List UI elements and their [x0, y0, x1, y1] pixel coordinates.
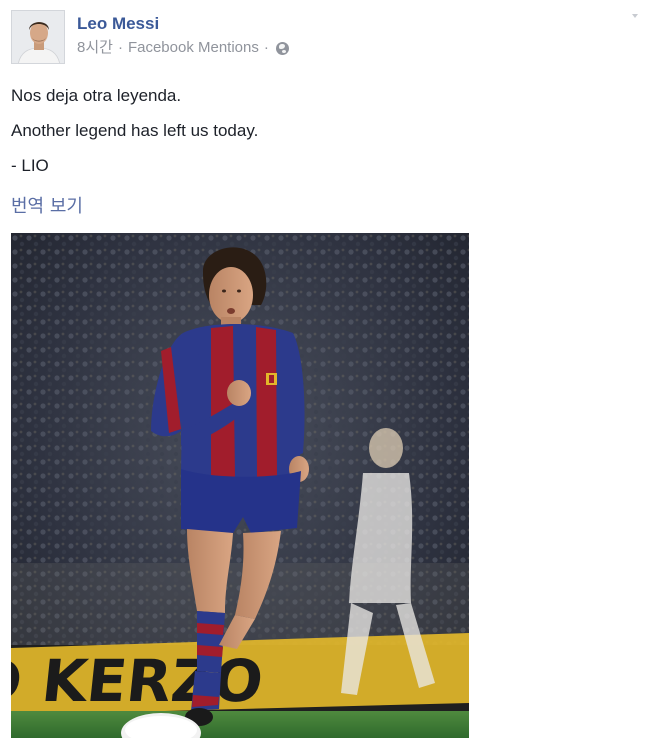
facebook-post: Leo Messi 8시간 · Facebook Mentions · Nos …	[0, 0, 650, 738]
post-timestamp-link[interactable]: 8시간	[77, 39, 113, 57]
football-player-photo: D KERZO	[11, 233, 469, 738]
post-options-chevron-icon[interactable]	[632, 14, 638, 18]
post-line: - LIO	[11, 156, 49, 175]
banner-text: D KERZO	[11, 647, 266, 715]
post-photo[interactable]: D KERZO	[11, 233, 469, 738]
post-line: Nos deja otra leyenda.	[11, 86, 182, 105]
author-name-link[interactable]: Leo Messi	[77, 14, 289, 34]
post-line: Another legend has left us today.	[11, 121, 259, 140]
meta-separator: ·	[117, 39, 123, 56]
post-subline: 8시간 · Facebook Mentions ·	[77, 39, 289, 57]
see-translation-link[interactable]: 번역 보기	[11, 196, 83, 218]
meta-separator: ·	[263, 39, 269, 56]
post-source-label: Facebook Mentions	[127, 39, 259, 56]
avatar[interactable]	[11, 10, 65, 64]
post-header: Leo Messi 8시간 · Facebook Mentions ·	[11, 10, 289, 66]
post-message: Nos deja otra leyenda. Another legend ha…	[11, 86, 258, 191]
post-meta: Leo Messi 8시간 · Facebook Mentions ·	[77, 10, 289, 57]
avatar-portrait-icon	[12, 11, 64, 63]
globe-icon[interactable]	[275, 41, 289, 55]
